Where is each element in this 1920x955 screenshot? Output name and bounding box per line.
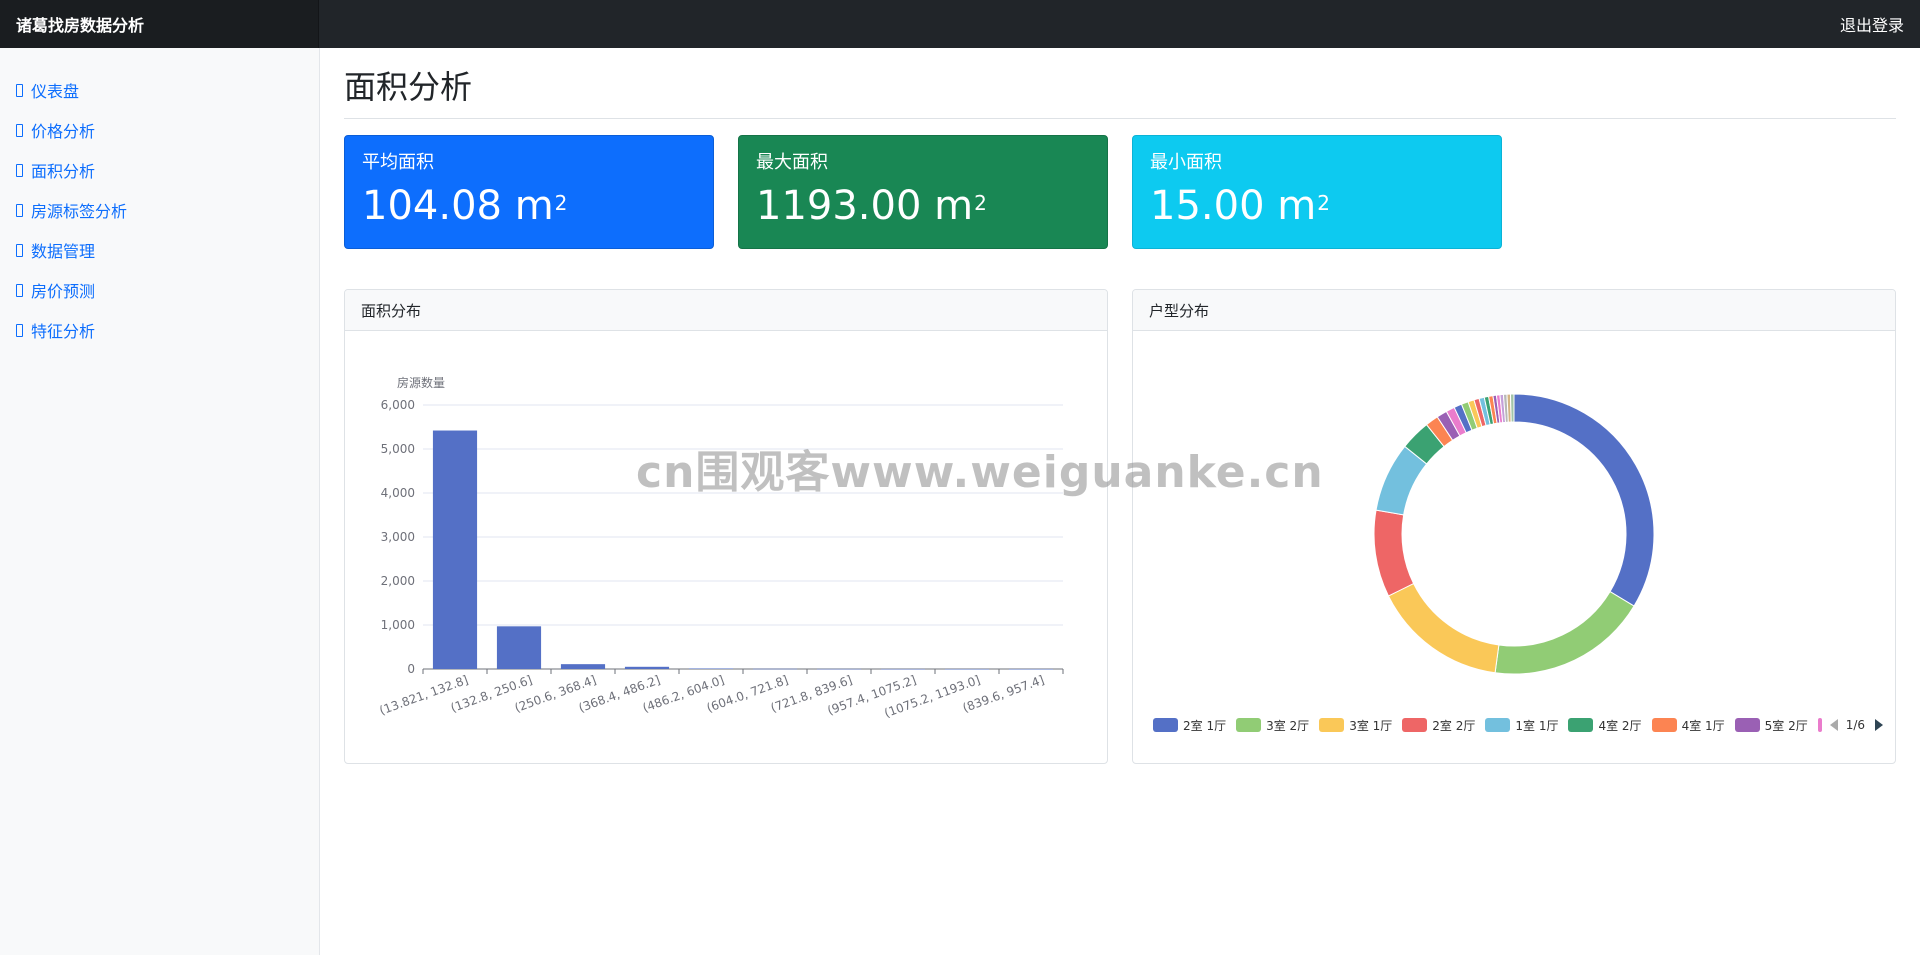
bar <box>816 668 862 670</box>
sidebar-item-price-analysis[interactable]: 价格分析 <box>0 110 319 150</box>
watermark: cn围观客www.weiguanke.cn <box>636 447 1324 498</box>
y-tick-label: 1,000 <box>381 618 415 632</box>
avg-area-value: 104.08 m2 <box>362 183 568 229</box>
min-area-value: 15.00 m2 <box>1150 183 1330 229</box>
sidebar-item-label: 房源标签分析 <box>31 202 128 221</box>
bar <box>688 668 734 669</box>
sidebar-item-data-management[interactable]: 数据管理 <box>0 230 319 270</box>
legend-item[interactable]: 4室 1厅 <box>1651 717 1725 734</box>
sidebar-item-label: 面积分析 <box>31 162 96 181</box>
database-icon <box>16 243 23 257</box>
sidebar-item-price-prediction[interactable]: 房价预测 <box>0 270 319 310</box>
max-area-label: 最大面积 <box>756 152 828 173</box>
sidebar-item-label: 数据管理 <box>31 242 96 261</box>
bar <box>1008 668 1054 670</box>
legend-label: 4室 2厅 <box>1598 718 1642 733</box>
sidebar-item-label: 价格分析 <box>31 122 96 141</box>
legend-label: 2室 1厅 <box>1183 718 1227 733</box>
legend-swatch <box>1236 718 1262 732</box>
legend-item[interactable]: 5室 2厅 <box>1734 717 1808 734</box>
legend-swatch <box>1734 718 1760 732</box>
dashboard-icon <box>16 83 23 97</box>
card-title: 户型分布 <box>1133 290 1895 331</box>
legend-swatch <box>1485 718 1511 732</box>
legend-item[interactable]: 3室 1厅 <box>1319 717 1392 734</box>
donut-chart-svg <box>1373 393 1655 675</box>
card-title: 面积分布 <box>345 290 1107 331</box>
legend-label: 1室 1厅 <box>1515 718 1559 733</box>
y-tick-label: 0 <box>407 662 415 676</box>
legend-pager: 1/6 <box>1824 718 1884 732</box>
main-content: 面积分析 平均面积 104.08 m2 最大面积 1193.00 m2 最小面积… <box>344 48 1896 955</box>
legend-swatch <box>1402 718 1428 732</box>
bar <box>496 626 542 669</box>
y-tick-label: 6,000 <box>381 398 415 412</box>
bar-chart-svg: 01,0002,0003,0004,0005,0006,000房源数量(13.8… <box>378 375 1064 720</box>
layout-distribution-chart: 2室 1厅 3室 2厅 3室 1厅 2室 2厅 1室 1厅 4室 2厅 4室 1厅 5室 2厅… <box>1133 331 1895 763</box>
area-icon <box>16 163 23 177</box>
legend-swatch <box>1568 718 1594 732</box>
min-area-label: 最小面积 <box>1150 152 1222 173</box>
legend-swatch <box>1651 718 1677 732</box>
logout-link[interactable]: 退出登录 <box>1840 0 1904 48</box>
legend-label: 4室 1厅 <box>1681 718 1725 733</box>
legend-item[interactable]: 3室 2厅 <box>1236 717 1309 734</box>
title-divider <box>344 118 1896 119</box>
y-tick-label: 3,000 <box>381 530 415 544</box>
pie-slice <box>1513 393 1655 607</box>
pie-slice <box>1387 582 1500 674</box>
legend-label: 3室 2厅 <box>1266 718 1310 733</box>
pie-slice <box>1494 590 1635 675</box>
max-area-value: 1193.00 m2 <box>756 183 987 229</box>
legend-label: 3室 1厅 <box>1349 718 1393 733</box>
pie-slice <box>1509 393 1515 423</box>
y-axis-label: 房源数量 <box>397 375 445 390</box>
bar <box>880 668 926 670</box>
legend-item[interactable]: 2室 2厅 <box>1402 717 1475 734</box>
legend-label: 5室 2厅 <box>1764 718 1808 733</box>
sidebar-item-tag-analysis[interactable]: 房源标签分析 <box>0 190 319 230</box>
sidebar-item-feature-analysis[interactable]: 特征分析 <box>0 310 319 350</box>
legend-item[interactable]: 2室 1厅 <box>1153 717 1226 734</box>
max-area-card: 最大面积 1193.00 m2 <box>738 135 1108 249</box>
sidebar-item-dashboard[interactable]: 仪表盘 <box>0 70 319 110</box>
sidebar-item-area-analysis[interactable]: 面积分析 <box>0 150 319 190</box>
legend-swatch <box>1319 718 1345 732</box>
bar <box>560 664 606 669</box>
avg-area-label: 平均面积 <box>362 152 434 173</box>
legend-label: 2室 2厅 <box>1432 718 1476 733</box>
prediction-icon <box>16 283 23 297</box>
feature-icon <box>16 323 23 337</box>
legend-prev-icon[interactable] <box>1829 719 1838 731</box>
legend-item[interactable]: 1室 1厅 <box>1485 717 1558 734</box>
sidebar-item-label: 房价预测 <box>31 282 96 301</box>
avg-area-card: 平均面积 104.08 m2 <box>344 135 714 249</box>
tag-icon <box>16 203 23 217</box>
y-tick-label: 4,000 <box>381 486 415 500</box>
price-icon <box>16 123 23 137</box>
legend-item[interactable]: 4室 2厅 <box>1568 717 1642 734</box>
y-tick-label: 2,000 <box>381 574 415 588</box>
pie-slice <box>1373 509 1415 597</box>
chart-legend: 2室 1厅 3室 2厅 3室 1厅 2室 2厅 1室 1厅 4室 2厅 4室 1厅 5室 2厅… <box>1153 716 1884 734</box>
legend-swatch <box>1153 718 1178 732</box>
legend-swatch <box>1817 718 1822 732</box>
y-tick-label: 5,000 <box>381 442 415 456</box>
bar <box>752 668 798 670</box>
sidebar-item-label: 特征分析 <box>31 322 96 341</box>
layout-distribution-card: 户型分布 2室 1厅 3室 2厅 3室 1厅 2室 2厅 1室 1厅 4室 2厅 4室 1厅… <box>1132 289 1896 764</box>
bar <box>432 430 478 669</box>
bar <box>944 668 990 670</box>
top-navbar: 诸葛找房数据分析 退出登录 <box>0 0 1920 48</box>
legend-next-icon[interactable] <box>1875 719 1884 731</box>
sidebar: 仪表盘 价格分析 面积分析 房源标签分析 数据管理 房价预测 特征分析 <box>0 48 320 955</box>
page-title: 面积分析 <box>344 68 473 106</box>
bar <box>624 666 670 669</box>
area-distribution-chart: 0 1,000 2,000 3,000 4,000 5,000 6,000 房源数量 (13.8… <box>345 331 1107 763</box>
min-area-card: 最小面积 15.00 m2 <box>1132 135 1502 249</box>
area-distribution-card: 面积分布 0 1,000 2,000 3,000 4,000 5,000 6,000 房源数量… <box>344 289 1108 764</box>
app-brand[interactable]: 诸葛找房数据分析 <box>0 0 319 48</box>
sidebar-item-label: 仪表盘 <box>31 82 80 101</box>
legend-page-indicator: 1/6 <box>1845 718 1866 732</box>
